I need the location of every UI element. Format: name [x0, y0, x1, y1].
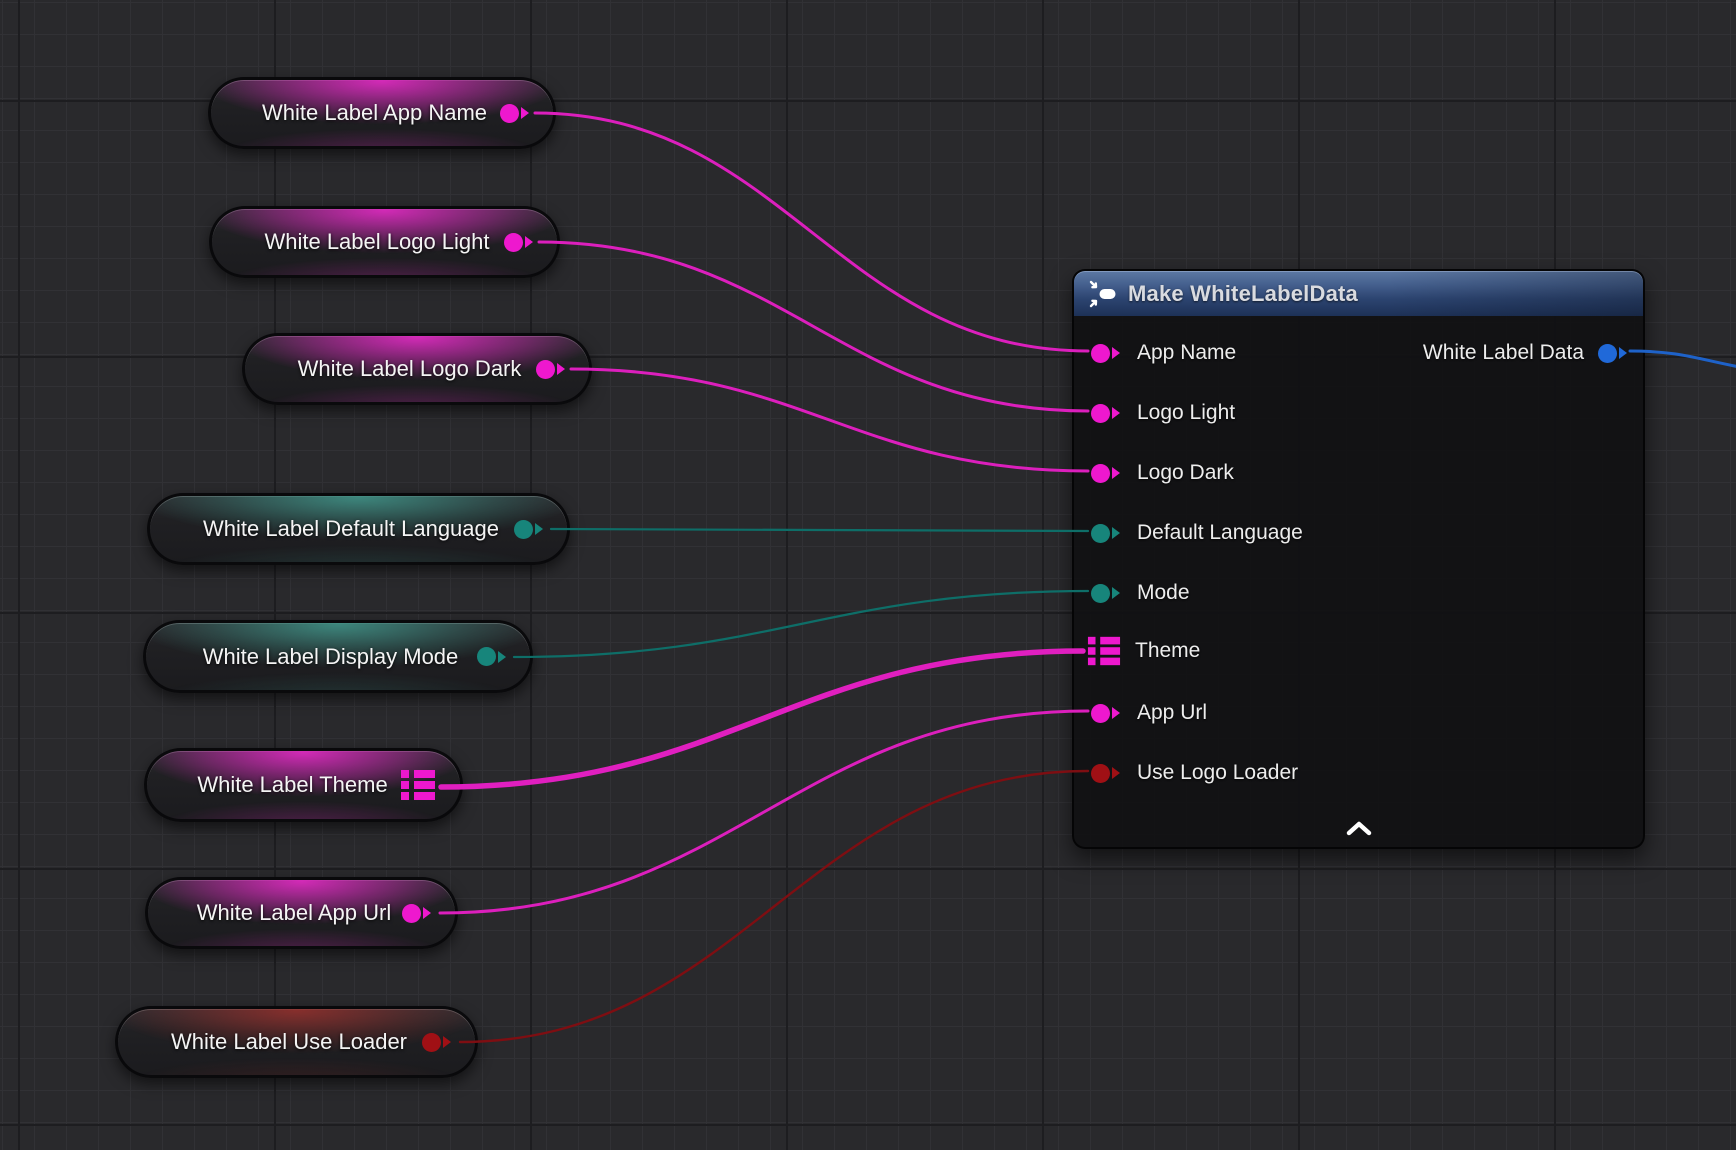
getter-node-white-label-display-mode[interactable]: White Label Display Mode [143, 620, 533, 693]
output-pin-string[interactable] [500, 104, 529, 123]
input-pin-logo-light[interactable] [1091, 404, 1120, 423]
getter-node-white-label-default-language[interactable]: White Label Default Language [147, 493, 570, 565]
pin-arrow [1112, 407, 1120, 419]
wire-logo-light[interactable] [539, 242, 1088, 411]
input-pin-mode[interactable] [1091, 584, 1120, 603]
make-whitelabeldata-node[interactable]: Make WhiteLabelData App Name Logo Light … [1072, 269, 1645, 849]
pin-arrow [1619, 347, 1627, 359]
input-pin-label: Logo Light [1137, 401, 1235, 425]
collapse-unconnected-pins-button[interactable] [1337, 815, 1381, 841]
pin-dot [1091, 404, 1110, 423]
pin-arrow [498, 651, 506, 663]
pin-dot [402, 904, 421, 923]
input-pin-theme[interactable] [1087, 634, 1121, 668]
variable-label: White Label Use Loader [156, 1029, 422, 1055]
getter-node-white-label-logo-light[interactable]: White Label Logo Light [209, 206, 560, 278]
pin-dot [504, 233, 523, 252]
variable-label: White Label Logo Dark [283, 356, 536, 382]
variable-label: White Label App Name [249, 100, 500, 126]
node-title: Make WhiteLabelData [1128, 281, 1358, 307]
input-pin-label: Logo Dark [1137, 461, 1234, 485]
input-pin-row-logo-light: Logo Light [1074, 397, 1235, 429]
variable-label: White Label Display Mode [184, 644, 477, 670]
input-pin-app-url[interactable] [1091, 704, 1120, 723]
output-pin-string[interactable] [402, 904, 431, 923]
pin-dot [1091, 524, 1110, 543]
blueprint-graph-canvas[interactable]: White Label App Name White Label Logo Li… [0, 0, 1736, 1150]
wire-app-url[interactable] [440, 711, 1088, 913]
pin-arrow [1112, 587, 1120, 599]
input-pin-row-theme: Theme [1074, 635, 1200, 667]
pin-dot [1091, 704, 1110, 723]
output-pin-label: White Label Data [1423, 341, 1584, 365]
pin-dot [514, 520, 533, 539]
wire-logo-dark[interactable] [571, 369, 1088, 471]
wire-app-name[interactable] [535, 113, 1088, 351]
output-pin-row-white-label-data: White Label Data [1423, 337, 1627, 369]
getter-node-white-label-theme[interactable]: White Label Theme [144, 748, 463, 822]
pin-dot [1091, 764, 1110, 783]
getter-node-white-label-logo-dark[interactable]: White Label Logo Dark [242, 333, 592, 405]
struct-grid-icon [1087, 634, 1121, 668]
pin-dot [477, 647, 496, 666]
output-pin-struct[interactable] [400, 768, 436, 802]
input-pin-default-language[interactable] [1091, 524, 1120, 543]
input-pin-use-logo-loader[interactable] [1091, 764, 1120, 783]
input-pin-logo-dark[interactable] [1091, 464, 1120, 483]
input-pin-row-default-language: Default Language [1074, 517, 1303, 549]
pin-arrow [423, 907, 431, 919]
input-pin-label: Default Language [1137, 521, 1303, 545]
input-pin-row-logo-dark: Logo Dark [1074, 457, 1234, 489]
input-pin-label: Use Logo Loader [1137, 761, 1298, 785]
getter-node-white-label-use-loader[interactable]: White Label Use Loader [115, 1006, 478, 1078]
input-pin-row-app-name: App Name [1074, 337, 1236, 369]
make-struct-icon [1088, 280, 1118, 308]
pin-dot [422, 1033, 441, 1052]
pin-arrow [443, 1036, 451, 1048]
pin-arrow [1112, 707, 1120, 719]
pin-arrow [535, 523, 543, 535]
pin-dot [500, 104, 519, 123]
pin-arrow [557, 363, 565, 375]
pin-arrow [1112, 527, 1120, 539]
input-pin-row-use-logo-loader: Use Logo Loader [1074, 757, 1298, 789]
output-pin-string[interactable] [536, 360, 565, 379]
output-pin-enum[interactable] [477, 647, 506, 666]
variable-label: White Label Theme [185, 772, 400, 798]
wire-mode[interactable] [514, 591, 1088, 657]
pin-arrow [1112, 467, 1120, 479]
pin-arrow [525, 236, 533, 248]
wire-default-language[interactable] [551, 529, 1088, 531]
input-pin-row-app-url: App Url [1074, 697, 1207, 729]
output-pin-white-label-data[interactable] [1598, 344, 1627, 363]
getter-node-white-label-app-name[interactable]: White Label App Name [208, 77, 556, 149]
pin-dot [1598, 344, 1617, 363]
getter-node-white-label-app-url[interactable]: White Label App Url [145, 877, 458, 949]
input-pin-label: Mode [1137, 581, 1190, 605]
pin-dot [1091, 584, 1110, 603]
wire-white-label-data-output[interactable] [1630, 351, 1736, 368]
input-pin-label: Theme [1135, 639, 1200, 663]
variable-label: White Label App Url [186, 900, 402, 926]
input-pin-app-name[interactable] [1091, 344, 1120, 363]
node-header[interactable]: Make WhiteLabelData [1074, 271, 1643, 316]
output-pin-enum[interactable] [514, 520, 543, 539]
chevron-up-icon [1346, 820, 1372, 836]
wire-use-logo-loader[interactable] [460, 771, 1088, 1042]
pin-arrow [1112, 347, 1120, 359]
variable-label: White Label Logo Light [250, 229, 504, 255]
output-pin-string[interactable] [504, 233, 533, 252]
input-pin-label: App Name [1137, 341, 1236, 365]
pin-dot [1091, 464, 1110, 483]
pin-arrow [1112, 767, 1120, 779]
output-pin-boolean[interactable] [422, 1033, 451, 1052]
pin-arrow [521, 107, 529, 119]
pin-dot [1091, 344, 1110, 363]
pin-dot [536, 360, 555, 379]
input-pin-label: App Url [1137, 701, 1207, 725]
input-pin-row-mode: Mode [1074, 577, 1190, 609]
struct-grid-icon [400, 768, 436, 802]
variable-label: White Label Default Language [188, 516, 514, 542]
wire-theme[interactable] [441, 651, 1083, 787]
